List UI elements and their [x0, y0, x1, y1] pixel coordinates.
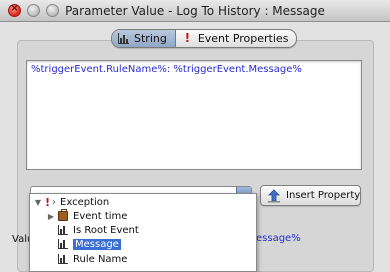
exclamation-icon: ! — [45, 195, 51, 209]
exclamation-icon: ! — [184, 31, 191, 45]
tree-row-label: Is Root Event — [73, 224, 139, 236]
bar-chart-icon — [58, 254, 68, 264]
title-bar[interactable]: × Parameter Value - Log To History : Mes… — [0, 0, 390, 22]
collapsed-triangle-icon[interactable]: ▶ — [47, 211, 55, 221]
tree-row-event-time[interactable]: ▶ Event time — [47, 209, 127, 223]
insert-property-button[interactable]: Insert Property — [260, 185, 361, 206]
tree-row-message[interactable]: Message — [58, 237, 121, 251]
tab-bar: String ! Event Properties — [111, 29, 298, 48]
insert-property-label: Insert Property — [286, 190, 361, 201]
property-tree-popup[interactable]: ▼ ! › Exception ▶ Event time Is Root Eve… — [29, 193, 257, 272]
tree-row-exception[interactable]: ▼ ! › Exception — [34, 195, 109, 209]
tab-event-properties[interactable]: ! Event Properties — [176, 30, 297, 47]
bar-chart-icon — [58, 225, 68, 235]
tab-event-properties-label: Event Properties — [197, 32, 289, 45]
value-editor[interactable]: %triggerEvent.RuleName%: %triggerEvent.M… — [26, 60, 362, 170]
tree-row-label-selected: Message — [73, 238, 121, 250]
tree-row-label: Event time — [73, 210, 128, 222]
bar-chart-icon — [118, 33, 129, 44]
briefcase-icon — [58, 209, 68, 221]
tab-string-label: String — [134, 32, 167, 45]
expanded-triangle-icon[interactable]: ▼ — [34, 197, 42, 207]
bar-chart-icon — [58, 239, 68, 249]
window-title: Parameter Value - Log To History : Messa… — [65, 4, 325, 18]
value-editor-text: %triggerEvent.RuleName%: %triggerEvent.M… — [31, 64, 302, 75]
tree-row-is-root-event[interactable]: Is Root Event — [58, 223, 139, 237]
tree-row-rule-name[interactable]: Rule Name — [58, 252, 127, 266]
tree-row-label: Exception — [60, 196, 110, 208]
tree-row-label: Rule Name — [73, 253, 128, 265]
insert-arrow-icon — [267, 188, 281, 203]
tab-string[interactable]: String — [112, 30, 176, 47]
tree-root-marker: › — [52, 196, 57, 208]
value-preview: essage% — [256, 233, 301, 244]
